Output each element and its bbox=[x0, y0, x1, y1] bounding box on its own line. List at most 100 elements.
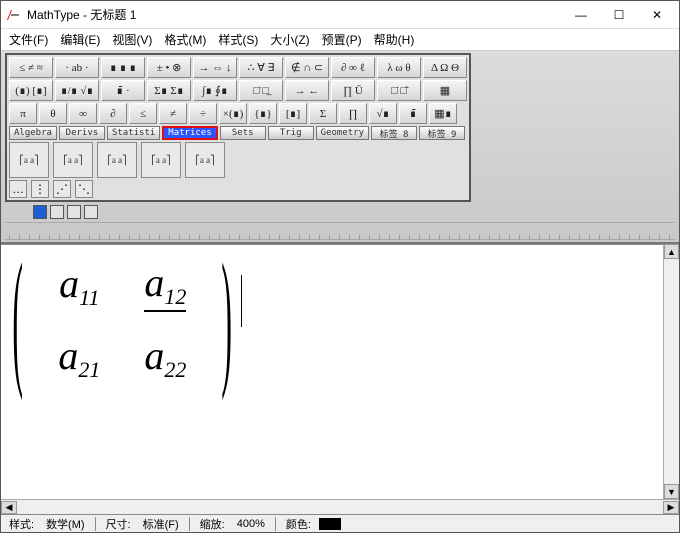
menu-help[interactable]: 帮助(H) bbox=[374, 31, 415, 48]
matrix-body: a11 a12 a21 a2 bbox=[36, 249, 208, 393]
tool-button[interactable]: ÷ bbox=[189, 103, 217, 124]
tab-标签 9[interactable]: 标签 9 bbox=[419, 126, 465, 140]
scroll-left-icon[interactable]: ◀ bbox=[1, 501, 17, 514]
palette-matrix[interactable]: ⎡a a⎤ bbox=[9, 142, 49, 178]
tool-button[interactable]: (∎) [∎] bbox=[9, 80, 53, 101]
palette-row-2: …⋮⋰⋱ bbox=[9, 180, 467, 198]
tool-button[interactable]: → ⇔ ↓ bbox=[193, 57, 237, 78]
palette-row: ⎡a a⎤⎡a a⎤⎡a a⎤⎡a a⎤⎡a a⎤ bbox=[9, 142, 467, 178]
tool-button[interactable]: □̇ □̂ bbox=[377, 80, 421, 101]
titlebar: MathType - 无标题 1 — ☐ ✕ bbox=[1, 1, 679, 29]
tab-derivs[interactable]: Derivs bbox=[59, 126, 105, 140]
tab-sets[interactable]: Sets bbox=[220, 126, 266, 140]
palette-ellipsis[interactable]: … bbox=[9, 180, 27, 198]
tool-button[interactable]: Σ bbox=[309, 103, 337, 124]
palette-matrix[interactable]: ⎡a a⎤ bbox=[97, 142, 137, 178]
tab-标签 8[interactable]: 标签 8 bbox=[371, 126, 417, 140]
tool-button[interactable]: {∎} bbox=[249, 103, 277, 124]
tab-matrices[interactable]: Matrices bbox=[162, 126, 217, 140]
tool-button[interactable]: ∞ bbox=[69, 103, 97, 124]
tool-button[interactable]: λ ω θ bbox=[377, 57, 421, 78]
matrix-expression[interactable]: ( a11 a12 bbox=[9, 249, 236, 393]
cell-12[interactable]: a12 bbox=[122, 249, 208, 322]
menu-format[interactable]: 格式(M) bbox=[164, 31, 206, 48]
status-size-value[interactable]: 标准(F) bbox=[139, 516, 183, 532]
tool-button[interactable]: ×(∎) bbox=[219, 103, 247, 124]
mini-tool-4[interactable] bbox=[84, 205, 98, 219]
toolbar-row-1: ≤ ≠ ≈· ab ·∎ ∎ ∎± • ⊗→ ⇔ ↓∴ ∀ ∃∉ ∩ ⊂∂ ∞ … bbox=[9, 57, 467, 78]
scroll-right-icon[interactable]: ▶ bbox=[663, 501, 679, 514]
tool-button[interactable]: ± • ⊗ bbox=[147, 57, 191, 78]
tool-button[interactable]: ▦ bbox=[423, 80, 467, 101]
tool-button[interactable]: ∫∎ ∮∎ bbox=[193, 80, 237, 101]
tool-button[interactable]: ▦∎ bbox=[429, 103, 457, 124]
tool-button[interactable]: ∏ Ū bbox=[331, 80, 375, 101]
menu-file[interactable]: 文件(F) bbox=[9, 31, 48, 48]
tool-button[interactable]: √∎ bbox=[369, 103, 397, 124]
status-style-value[interactable]: 数学(M) bbox=[42, 516, 89, 532]
close-button[interactable]: ✕ bbox=[639, 4, 675, 26]
mini-tool-2[interactable] bbox=[50, 205, 64, 219]
tool-button[interactable]: ∂ ∞ ℓ bbox=[331, 57, 375, 78]
mini-tool-selected[interactable] bbox=[33, 205, 47, 219]
palette-matrix[interactable]: ⎡a a⎤ bbox=[185, 142, 225, 178]
horizontal-scrollbar[interactable]: ◀ ▶ bbox=[1, 499, 679, 514]
tool-button[interactable]: ≠ bbox=[159, 103, 187, 124]
window-controls: — ☐ ✕ bbox=[563, 4, 675, 26]
left-paren-icon: ( bbox=[12, 244, 23, 406]
tab-trig[interactable]: Trig bbox=[268, 126, 314, 140]
maximize-button[interactable]: ☐ bbox=[601, 4, 637, 26]
tool-button[interactable]: ≤ ≠ ≈ bbox=[9, 57, 53, 78]
tool-button[interactable]: ∂ bbox=[99, 103, 127, 124]
cell-22[interactable]: a22 bbox=[122, 322, 208, 393]
menubar: 文件(F) 编辑(E) 视图(V) 格式(M) 样式(S) 大小(Z) 预置(P… bbox=[1, 29, 679, 51]
palette-matrix[interactable]: ⎡a a⎤ bbox=[141, 142, 181, 178]
palette-matrix[interactable]: ⎡a a⎤ bbox=[53, 142, 93, 178]
menu-prefs[interactable]: 预置(P) bbox=[322, 31, 362, 48]
tool-button[interactable]: ∏ bbox=[339, 103, 367, 124]
vertical-scrollbar[interactable]: ▲ ▼ bbox=[663, 244, 679, 499]
tool-button[interactable]: θ bbox=[39, 103, 67, 124]
menu-view[interactable]: 视图(V) bbox=[112, 31, 152, 48]
tool-button[interactable]: ∎̄ · bbox=[101, 80, 145, 101]
tool-button[interactable]: ∎/∎ √∎ bbox=[55, 80, 99, 101]
status-zoom-label: 缩放: bbox=[196, 516, 229, 532]
tool-button[interactable]: ∎̄ bbox=[399, 103, 427, 124]
toolbar-row-3: πθ∞∂≤≠÷×(∎){∎}[∎]Σ∏√∎∎̄▦∎ bbox=[9, 103, 467, 124]
tab-geometry[interactable]: Geometry bbox=[316, 126, 369, 140]
scroll-up-icon[interactable]: ▲ bbox=[664, 244, 679, 259]
tool-button[interactable]: Δ Ω Θ bbox=[423, 57, 467, 78]
tool-button[interactable]: ∎ ∎ ∎ bbox=[101, 57, 145, 78]
tool-button[interactable]: ∉ ∩ ⊂ bbox=[285, 57, 329, 78]
tool-button[interactable]: □̄ □̲ bbox=[239, 80, 283, 101]
mini-tool-3[interactable] bbox=[67, 205, 81, 219]
tool-button[interactable]: ∴ ∀ ∃ bbox=[239, 57, 283, 78]
tool-button[interactable]: ≤ bbox=[129, 103, 157, 124]
menu-size[interactable]: 大小(Z) bbox=[270, 31, 309, 48]
tool-button[interactable]: · ab · bbox=[55, 57, 99, 78]
status-zoom-value[interactable]: 400% bbox=[233, 518, 269, 530]
horizontal-ruler[interactable] bbox=[5, 222, 675, 240]
tool-button[interactable]: [∎] bbox=[279, 103, 307, 124]
cell-21[interactable]: a21 bbox=[36, 322, 122, 393]
menu-edit[interactable]: 编辑(E) bbox=[60, 31, 100, 48]
tool-button[interactable]: Σ∎ Σ∎ bbox=[147, 80, 191, 101]
toolbar-row-2: (∎) [∎]∎/∎ √∎∎̄ ·Σ∎ Σ∎∫∎ ∮∎□̄ □̲→ ←∏ Ū□̇… bbox=[9, 80, 467, 101]
status-style-label: 样式: bbox=[5, 516, 38, 532]
toolbar-panel: ≤ ≠ ≈· ab ·∎ ∎ ∎± • ⊗→ ⇔ ↓∴ ∀ ∃∉ ∩ ⊂∂ ∞ … bbox=[5, 53, 471, 202]
palette-ellipsis[interactable]: ⋮ bbox=[31, 180, 49, 198]
app-window: MathType - 无标题 1 — ☐ ✕ 文件(F) 编辑(E) 视图(V)… bbox=[0, 0, 680, 533]
palette-ellipsis[interactable]: ⋰ bbox=[53, 180, 71, 198]
scroll-down-icon[interactable]: ▼ bbox=[664, 484, 679, 499]
status-color-swatch[interactable] bbox=[319, 518, 341, 530]
tab-statisti[interactable]: Statisti bbox=[107, 126, 160, 140]
tool-button[interactable]: π bbox=[9, 103, 37, 124]
tool-button[interactable]: → ← bbox=[285, 80, 329, 101]
menu-style[interactable]: 样式(S) bbox=[218, 31, 258, 48]
right-paren-icon: ) bbox=[222, 244, 233, 406]
editor[interactable]: ( a11 a12 bbox=[1, 244, 663, 499]
cell-11[interactable]: a11 bbox=[36, 249, 122, 322]
palette-ellipsis[interactable]: ⋱ bbox=[75, 180, 93, 198]
minimize-button[interactable]: — bbox=[563, 4, 599, 26]
tab-algebra[interactable]: Algebra bbox=[9, 126, 57, 140]
